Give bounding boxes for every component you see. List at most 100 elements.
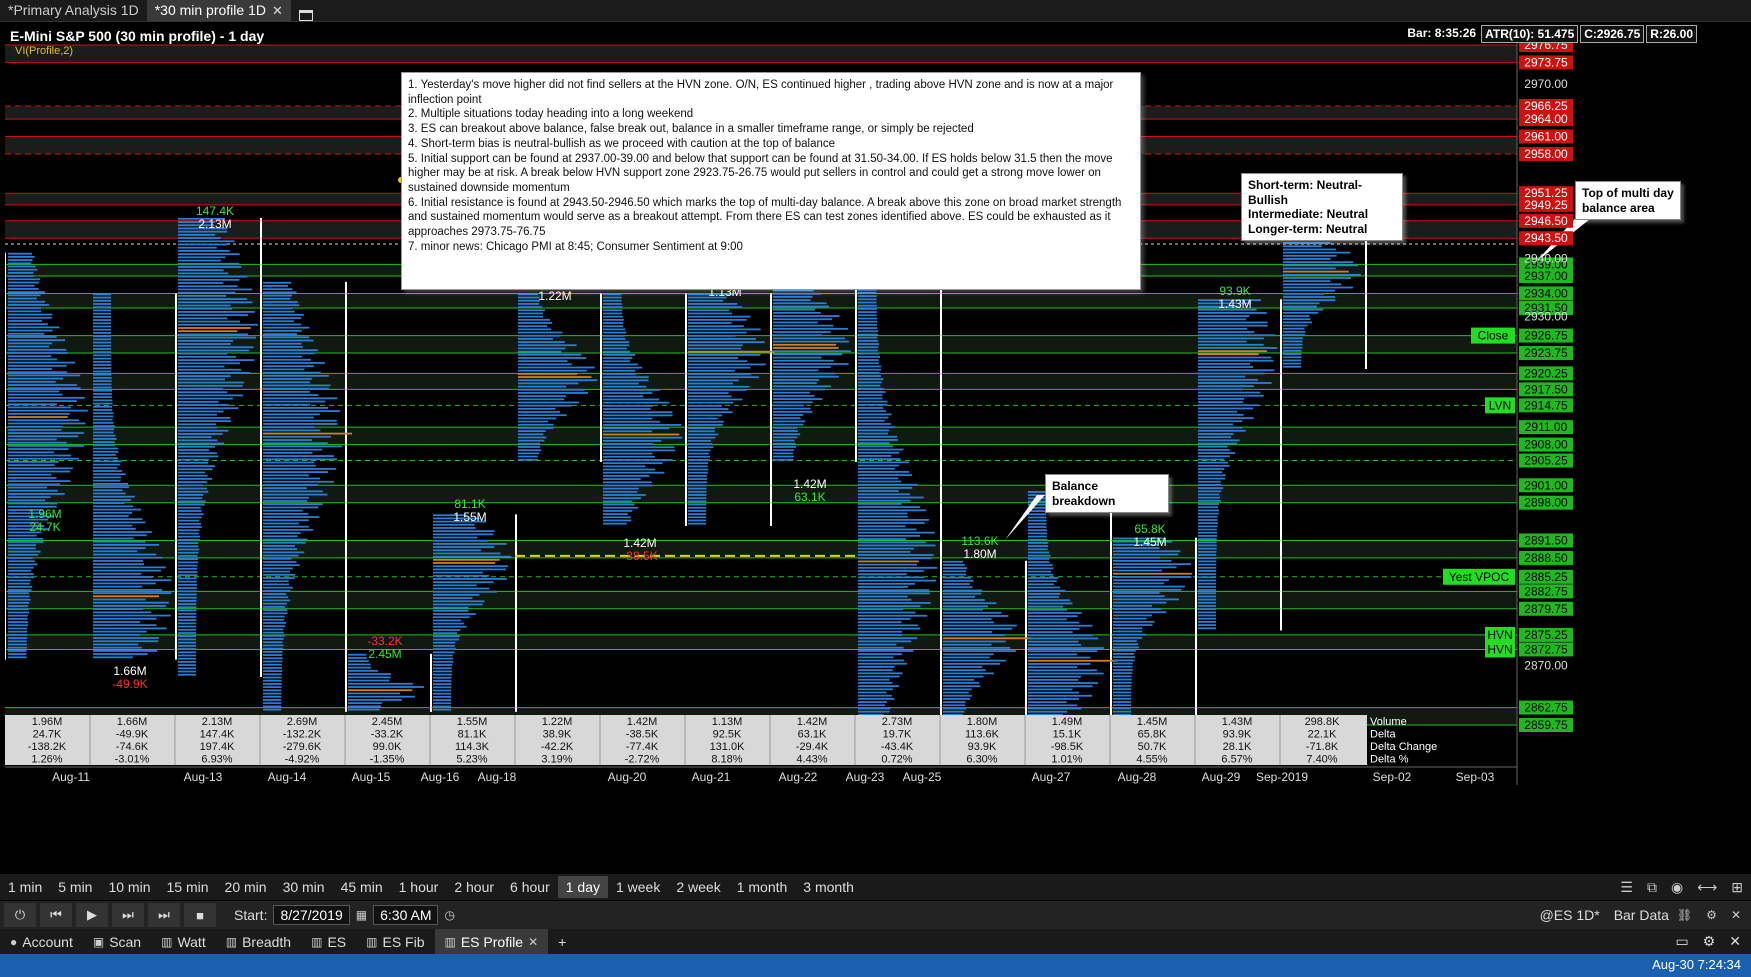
tool-es-fib[interactable]: ▥ ES Fib	[356, 929, 434, 954]
chart-icon: ▥	[161, 934, 173, 949]
profile-bar	[1028, 612, 1082, 614]
timeframe-1-week[interactable]: 1 week	[608, 876, 668, 898]
tool-watt[interactable]: ▥ Watt	[151, 929, 216, 954]
profile-bar	[1113, 672, 1133, 675]
start-time-field[interactable]: 6:30 AM	[373, 905, 439, 925]
profile-bar	[178, 368, 242, 371]
close-icon[interactable]: ✕	[1731, 908, 1741, 922]
profile-bar	[93, 537, 134, 540]
settings-icon[interactable]: ⚙	[1703, 933, 1716, 950]
profile-bar	[178, 587, 197, 589]
tool-es-profile[interactable]: ▥ ES Profile ✕	[434, 929, 549, 954]
add-tab-icon[interactable]: +	[548, 929, 576, 954]
timeframe-1-hour[interactable]: 1 hour	[391, 876, 447, 898]
timeframe-10-min[interactable]: 10 min	[100, 876, 158, 898]
tab-30min-profile[interactable]: *30 min profile 1D ✕	[146, 0, 291, 21]
profile-bar	[433, 686, 452, 689]
table-cell: -77.4K	[626, 741, 659, 753]
clock-icon[interactable]: ◷	[444, 908, 454, 922]
timeframe-2-week[interactable]: 2 week	[668, 876, 728, 898]
layers-icon[interactable]: ⧉	[1647, 879, 1657, 896]
profile-bar	[1113, 685, 1132, 687]
profile-bar	[858, 672, 903, 675]
power-icon[interactable]: ⏻	[4, 903, 36, 927]
tab-primary-analysis[interactable]: *Primary Analysis 1D	[0, 0, 147, 21]
profile-bar	[1283, 258, 1331, 260]
skip-back-icon[interactable]: ⏮	[40, 903, 72, 927]
top-balance-note[interactable]: Top of multi day balance area	[1575, 181, 1681, 220]
tool-account[interactable]: ● Account	[0, 929, 83, 954]
profile-bar	[858, 352, 880, 355]
table-cell: 2.13M	[202, 716, 233, 728]
profile-bar	[858, 423, 891, 425]
timeframe-20-min[interactable]: 20 min	[217, 876, 275, 898]
profile-bar	[603, 350, 631, 353]
range-icon[interactable]: ⟷	[1697, 879, 1717, 896]
close-icon[interactable]: ✕	[528, 935, 538, 949]
eye-icon[interactable]: ◉	[1671, 879, 1683, 896]
zoom-icon[interactable]: ⊞	[1731, 879, 1743, 896]
profile-bar	[858, 624, 918, 627]
timeframe-45-min[interactable]: 45 min	[333, 876, 391, 898]
profile-bar	[178, 648, 197, 650]
start-date-field[interactable]: 8/27/2019	[273, 905, 350, 925]
profile-bar	[773, 407, 811, 410]
profile-bar	[688, 392, 729, 394]
profile-bar	[943, 691, 969, 694]
profile-bar	[263, 503, 323, 506]
folder-icon[interactable]	[298, 10, 313, 21]
support-zone	[5, 485, 1517, 503]
timeframe-6-hour[interactable]: 6 hour	[502, 876, 558, 898]
profile-label-bottom: 2.13M	[198, 217, 231, 231]
profile-bar	[178, 500, 206, 503]
profile-bar	[263, 615, 285, 618]
profile-bar	[433, 571, 483, 574]
link-icon[interactable]: ⛓	[1677, 908, 1692, 922]
balance-breakdown-note[interactable]: Balance breakdown	[1045, 474, 1169, 513]
profile-bar	[688, 398, 743, 401]
stop-icon[interactable]: ■	[184, 903, 216, 927]
date-label: Aug-29	[1202, 770, 1241, 784]
profile-bar	[858, 371, 880, 374]
analysis-note[interactable]: 1. Yesterday's move higher did not find …	[401, 72, 1141, 290]
timeframe-1-min[interactable]: 1 min	[0, 876, 50, 898]
tool-es[interactable]: ▥ ES	[301, 929, 356, 954]
profile-bar	[178, 339, 234, 342]
profile-bar	[858, 419, 885, 422]
step-forward-icon[interactable]: ⏭	[112, 903, 144, 927]
profile-bar	[178, 246, 217, 249]
profile-bar	[263, 573, 296, 576]
calendar-icon[interactable]: ▦	[356, 908, 367, 922]
profile-bar	[773, 439, 795, 442]
skip-forward-icon[interactable]: ⏭	[148, 903, 180, 927]
profile-bar	[178, 362, 240, 365]
bar-data-label[interactable]: Bar Data	[1614, 907, 1669, 923]
tool-breadth[interactable]: ▥ Breadth	[216, 929, 301, 954]
gear-icon[interactable]: ⚙	[1706, 908, 1717, 922]
profile-bar	[1198, 404, 1259, 407]
profile-bar	[858, 487, 913, 489]
timeframe-5-min[interactable]: 5 min	[50, 876, 100, 898]
timeframe-2-hour[interactable]: 2 hour	[446, 876, 502, 898]
profile-bar	[263, 378, 312, 380]
chart-area[interactable]: 1.96M 24.7K 1.66M -49.9K 147.4K 2.13M -33.2K 2.…	[5, 25, 1697, 857]
timeframe-3-month[interactable]: 3 month	[795, 876, 862, 898]
bias-note[interactable]: Short-term: Neutral-Bullish Intermediate…	[1241, 173, 1403, 241]
close-icon[interactable]: ✕	[1729, 933, 1741, 950]
play-icon[interactable]: ▶	[76, 903, 108, 927]
list-icon[interactable]: ☰	[1620, 879, 1633, 896]
timeframe-1-month[interactable]: 1 month	[729, 876, 796, 898]
profile-bar	[178, 670, 197, 673]
timeframe-1-day[interactable]: 1 day	[557, 876, 608, 898]
layout-icon[interactable]: ▭	[1675, 933, 1688, 950]
profile-bar	[93, 518, 143, 521]
profile-bar	[858, 464, 899, 467]
symbol-label[interactable]: @ES 1D*	[1540, 907, 1600, 923]
profile-label-top: 81.1K	[454, 497, 485, 511]
profile-bar	[603, 462, 663, 465]
profile-bar	[263, 625, 286, 628]
tool-scan[interactable]: ▣ Scan	[83, 929, 151, 954]
close-icon[interactable]: ✕	[272, 0, 283, 21]
timeframe-30-min[interactable]: 30 min	[275, 876, 333, 898]
timeframe-15-min[interactable]: 15 min	[159, 876, 217, 898]
